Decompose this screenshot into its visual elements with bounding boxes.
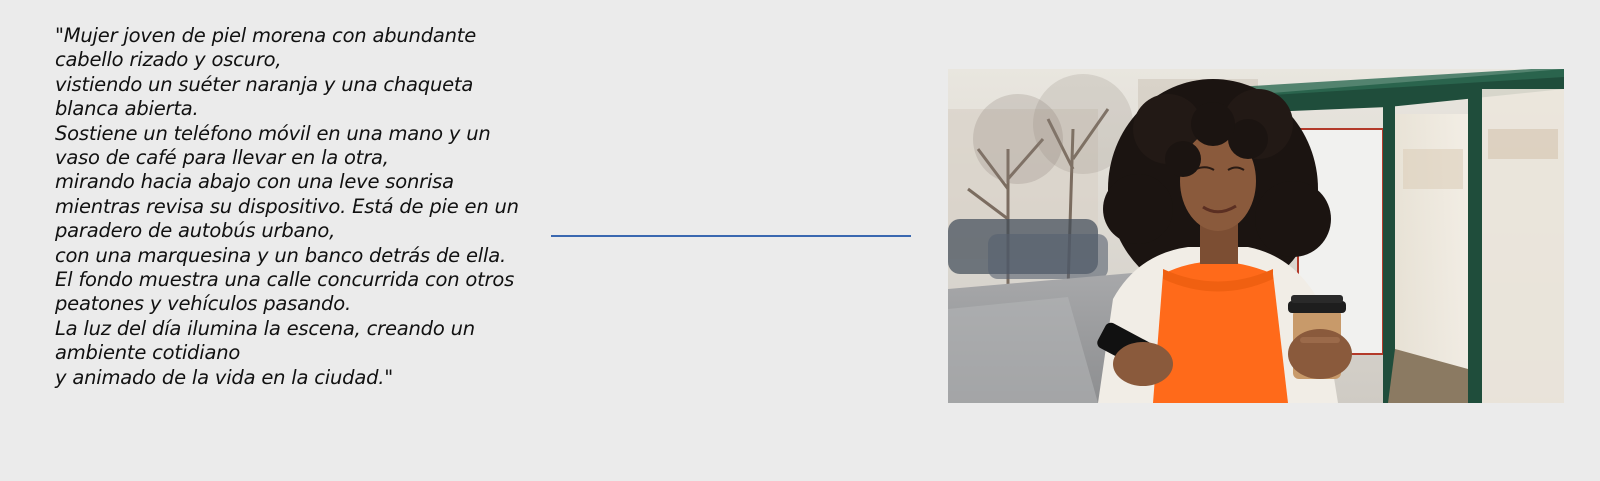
caption-line: Sostiene un teléfono móvil en una mano y… [55,121,491,170]
caption-line: y animado de la vida en la ciudad." [55,365,394,389]
caption-line: vistiendo un suéter naranja y una chaque… [55,72,474,121]
caption-line: El fondo muestra una calle concurrida co… [55,268,515,316]
photo-woman-bus-stop [948,69,1564,403]
image-caption: "Mujer joven de piel morena con abundant… [55,24,525,390]
caption-line: "Mujer joven de piel morena con abundant… [55,24,477,72]
caption-line: mirando hacia abajo con una leve sonrisa… [55,170,519,218]
connector-line [551,235,911,237]
caption-line: paradero de autobús urbano, [55,219,336,243]
caption-line: La luz del día ilumina la escena, creand… [55,316,475,365]
caption-line: con una marquesina y un banco detrás de … [55,243,506,267]
